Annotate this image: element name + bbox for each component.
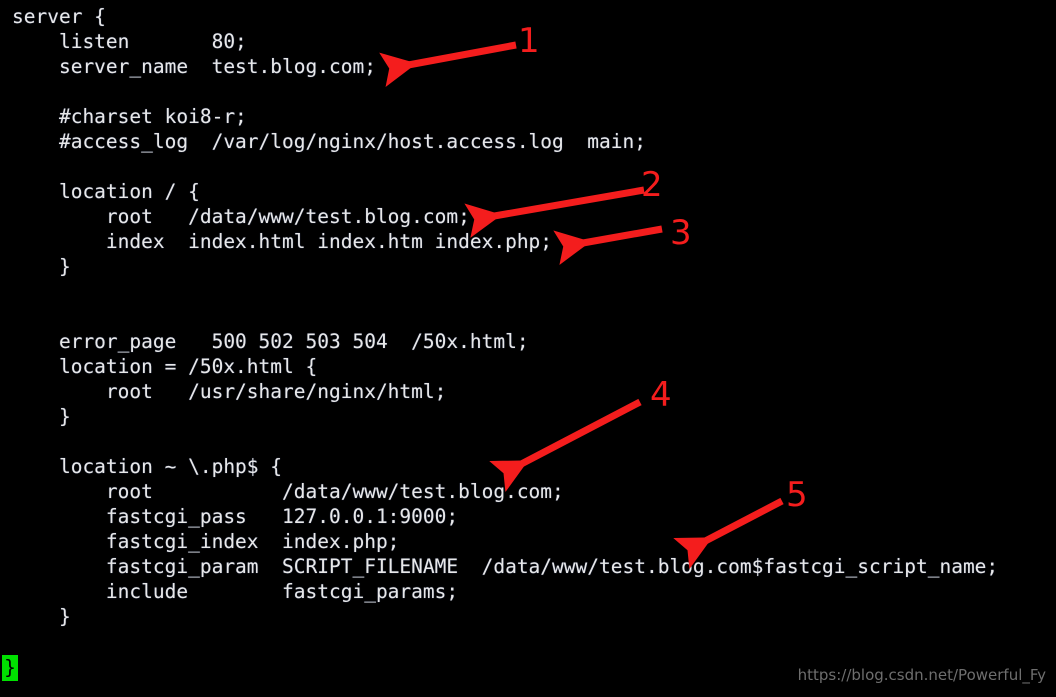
- code-line: #charset koi8-r;: [12, 105, 247, 128]
- code-line: }: [12, 605, 71, 628]
- code-line: root /data/www/test.blog.com;: [12, 480, 564, 503]
- code-line: server {: [12, 5, 106, 28]
- code-line: server_name test.blog.com;: [12, 55, 376, 78]
- code-line: location ~ \.php$ {: [12, 455, 283, 478]
- code-line: #access_log /var/log/nginx/host.access.l…: [12, 130, 646, 153]
- code-line: location / {: [12, 180, 200, 203]
- watermark: https://blog.csdn.net/Powerful_Fy: [797, 666, 1046, 684]
- code-line: include fastcgi_params;: [12, 580, 459, 603]
- code-line: fastcgi_param SCRIPT_FILENAME /data/www/…: [12, 555, 999, 578]
- code-line: }: [12, 255, 71, 278]
- code-line: location = /50x.html {: [12, 355, 318, 378]
- code-line: }: [12, 405, 71, 428]
- code-line: listen 80;: [12, 30, 247, 53]
- terminal-screen: server { listen 80; server_name test.blo…: [0, 0, 1056, 697]
- nginx-config-code: server { listen 80; server_name test.blo…: [12, 4, 998, 629]
- terminal-cursor: }: [2, 655, 18, 681]
- code-line: fastcgi_pass 127.0.0.1:9000;: [12, 505, 459, 528]
- code-line: index index.html index.htm index.php;: [12, 230, 553, 253]
- code-line: root /data/www/test.blog.com;: [12, 205, 470, 228]
- code-line: fastcgi_index index.php;: [12, 530, 400, 553]
- code-line: root /usr/share/nginx/html;: [12, 380, 447, 403]
- code-line: error_page 500 502 503 504 /50x.html;: [12, 330, 529, 353]
